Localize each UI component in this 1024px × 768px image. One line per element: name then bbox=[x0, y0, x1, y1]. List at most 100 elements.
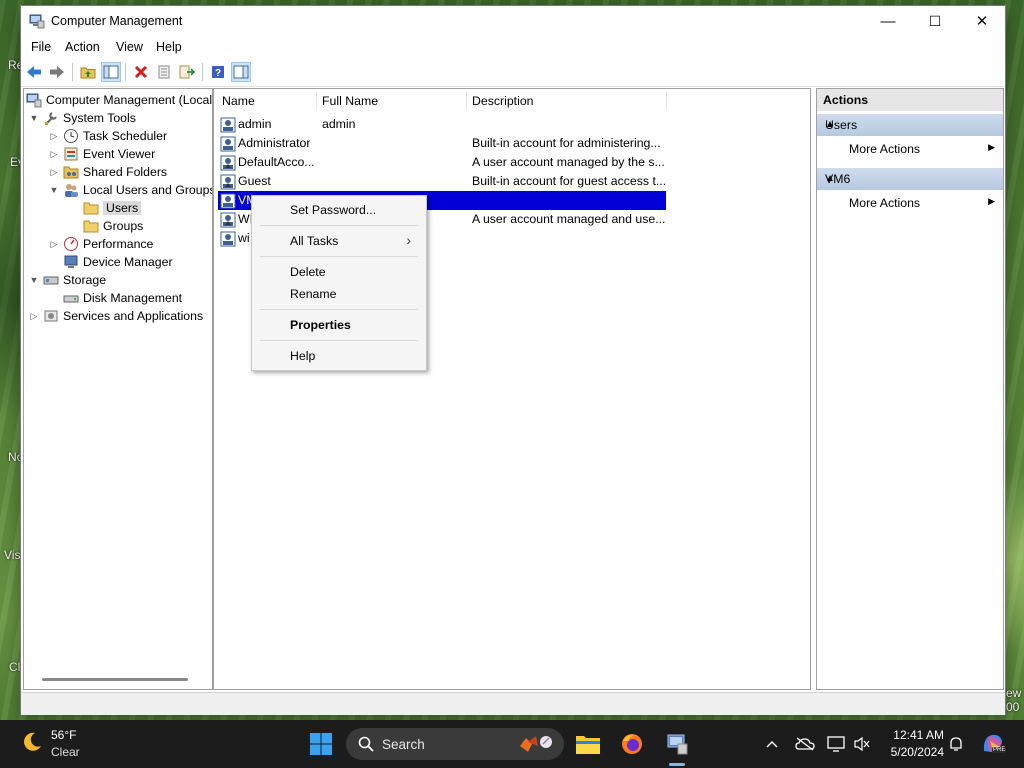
tree-item-shared-folders[interactable]: ▷ Shared Folders bbox=[48, 163, 168, 181]
actions-title: Actions bbox=[817, 89, 1003, 111]
menu-help[interactable]: Help bbox=[156, 40, 182, 54]
status-bar bbox=[21, 692, 1005, 715]
menu-item-set-password[interactable]: Set Password... bbox=[253, 199, 425, 221]
tree-item-device-manager[interactable]: Device Manager bbox=[63, 253, 173, 271]
close-button[interactable]: ✕ bbox=[959, 6, 1005, 36]
show-hide-action-pane-icon[interactable] bbox=[231, 62, 251, 82]
users-icon bbox=[65, 184, 78, 197]
more-actions-vm6[interactable]: More Actions ▶ bbox=[817, 191, 1003, 213]
column-header-description[interactable]: Description bbox=[472, 94, 534, 108]
performance-icon bbox=[64, 237, 78, 251]
weather-condition[interactable]: Clear bbox=[51, 745, 80, 759]
disabled-user-icon bbox=[220, 212, 236, 228]
chevron-right-icon: › bbox=[406, 232, 411, 248]
storage-icon bbox=[43, 276, 59, 285]
display-icon[interactable] bbox=[826, 734, 846, 754]
menu-view[interactable]: View bbox=[116, 40, 143, 54]
title-bar[interactable]: Computer Management — ☐ ✕ bbox=[21, 6, 1005, 36]
tree-item-local-users-and-groups[interactable]: ▼ Local Users and Groups bbox=[48, 181, 212, 199]
firefox-icon[interactable] bbox=[616, 728, 648, 760]
search-icon bbox=[358, 736, 374, 752]
chevron-down-icon[interactable]: ▼ bbox=[48, 185, 60, 195]
tree-item-storage[interactable]: ▼ Storage bbox=[28, 271, 107, 289]
actions-section-vm6[interactable]: VM6 ▲ bbox=[817, 167, 1003, 190]
clock-date[interactable]: 5/20/2024 bbox=[884, 745, 944, 759]
svg-text:?: ? bbox=[215, 68, 221, 79]
chevron-down-icon[interactable]: ▼ bbox=[28, 275, 40, 285]
clock-time[interactable]: 12:41 AM bbox=[884, 728, 944, 742]
table-row[interactable]: admin admin bbox=[218, 115, 666, 134]
computer-management-taskbar-icon[interactable] bbox=[661, 728, 693, 760]
table-row[interactable]: Guest Built-in account for guest access … bbox=[218, 172, 666, 191]
delete-icon[interactable] bbox=[131, 62, 151, 82]
show-hide-console-tree-icon[interactable] bbox=[101, 62, 121, 82]
actions-pane: Actions Users ▲ More Actions ▶ VM6 ▲ Mor… bbox=[816, 88, 1004, 690]
menu-separator bbox=[260, 225, 418, 226]
chevron-down-icon[interactable]: ▼ bbox=[28, 113, 40, 123]
chevron-right-icon[interactable]: ▷ bbox=[48, 131, 60, 142]
menu-action[interactable]: Action bbox=[65, 40, 100, 54]
export-list-icon[interactable] bbox=[177, 62, 197, 82]
taskbar: 56°F Clear Search 12:41 AM 5/20/2024 PRE bbox=[0, 720, 1024, 768]
user-icon bbox=[220, 117, 236, 133]
windows-start-icon[interactable] bbox=[305, 728, 337, 760]
menu-item-properties[interactable]: Properties bbox=[253, 314, 425, 336]
back-icon[interactable] bbox=[24, 62, 44, 82]
table-row[interactable]: DefaultAcco... A user account managed by… bbox=[218, 153, 666, 172]
tree-item-disk-management[interactable]: Disk Management bbox=[63, 289, 182, 307]
onedrive-offline-icon[interactable] bbox=[795, 734, 815, 754]
tree-item-groups[interactable]: Groups bbox=[83, 217, 143, 235]
help-icon[interactable]: ? bbox=[208, 62, 228, 82]
column-divider[interactable] bbox=[666, 92, 667, 110]
moon-icon[interactable] bbox=[20, 730, 44, 754]
tree-item-task-scheduler[interactable]: ▷ Task Scheduler bbox=[48, 127, 167, 145]
tree-item-label-selected: Users bbox=[103, 201, 142, 215]
chevron-right-icon[interactable]: ▷ bbox=[48, 167, 60, 178]
menu-item-all-tasks[interactable]: All Tasks › bbox=[253, 230, 425, 252]
chevron-right-icon[interactable]: ▷ bbox=[28, 311, 40, 322]
collapse-icon[interactable]: ▲ bbox=[825, 119, 995, 130]
tree-horizontal-scrollbar[interactable] bbox=[42, 678, 188, 681]
up-folder-icon[interactable] bbox=[78, 62, 98, 82]
volume-muted-icon[interactable] bbox=[852, 734, 872, 754]
minimize-button[interactable]: — bbox=[865, 6, 911, 36]
chevron-right-icon[interactable]: ▷ bbox=[48, 149, 60, 160]
weather-temperature[interactable]: 56°F bbox=[51, 728, 76, 742]
tree-item-users[interactable]: Users bbox=[83, 199, 142, 217]
collapse-icon[interactable]: ▲ bbox=[825, 173, 995, 184]
column-divider[interactable] bbox=[316, 92, 317, 110]
chevron-right-icon[interactable]: ▷ bbox=[48, 239, 60, 250]
copilot-icon[interactable]: PRE bbox=[980, 731, 1007, 757]
more-actions-users[interactable]: More Actions ▶ bbox=[817, 137, 1003, 159]
table-row[interactable]: Administrator Built-in account for admin… bbox=[218, 134, 666, 153]
column-divider[interactable] bbox=[466, 92, 467, 110]
menu-item-rename[interactable]: Rename bbox=[253, 283, 425, 305]
active-app-indicator bbox=[669, 763, 685, 766]
menu-file[interactable]: File bbox=[31, 40, 51, 54]
folder-icon bbox=[83, 220, 99, 233]
desktop-icon-label: Cl bbox=[9, 660, 21, 674]
forward-icon[interactable] bbox=[47, 62, 67, 82]
users-list: Name Full Name Description admin admin A… bbox=[213, 88, 811, 690]
actions-section-users[interactable]: Users ▲ bbox=[817, 113, 1003, 136]
console-tree: Computer Management (Local ▼ System Tool… bbox=[23, 88, 213, 690]
tree-item-services-and-applications[interactable]: ▷ Services and Applications bbox=[28, 307, 204, 325]
taskbar-search[interactable]: Search bbox=[346, 728, 564, 760]
clock-icon bbox=[64, 129, 78, 143]
properties-icon[interactable] bbox=[154, 62, 174, 82]
column-header-name[interactable]: Name bbox=[222, 94, 255, 108]
tree-item-system-tools[interactable]: ▼ System Tools bbox=[28, 109, 136, 127]
file-explorer-icon[interactable] bbox=[572, 728, 604, 760]
menu-item-delete[interactable]: Delete bbox=[253, 261, 425, 283]
disk-icon bbox=[63, 295, 79, 303]
menu-item-help[interactable]: Help bbox=[253, 345, 425, 367]
notification-bell-icon[interactable] bbox=[946, 734, 966, 754]
system-tools-icon bbox=[45, 112, 57, 125]
tree-item-event-viewer[interactable]: ▷ Event Viewer bbox=[48, 145, 156, 163]
tree-item-computer-management[interactable]: Computer Management (Local bbox=[26, 91, 212, 109]
tree-item-performance[interactable]: ▷ Performance bbox=[48, 235, 153, 253]
maximize-button[interactable]: ☐ bbox=[912, 6, 958, 36]
context-menu: Set Password... All Tasks › Delete Renam… bbox=[251, 195, 427, 371]
chevron-up-icon[interactable] bbox=[762, 734, 782, 754]
column-header-full-name[interactable]: Full Name bbox=[322, 94, 378, 108]
